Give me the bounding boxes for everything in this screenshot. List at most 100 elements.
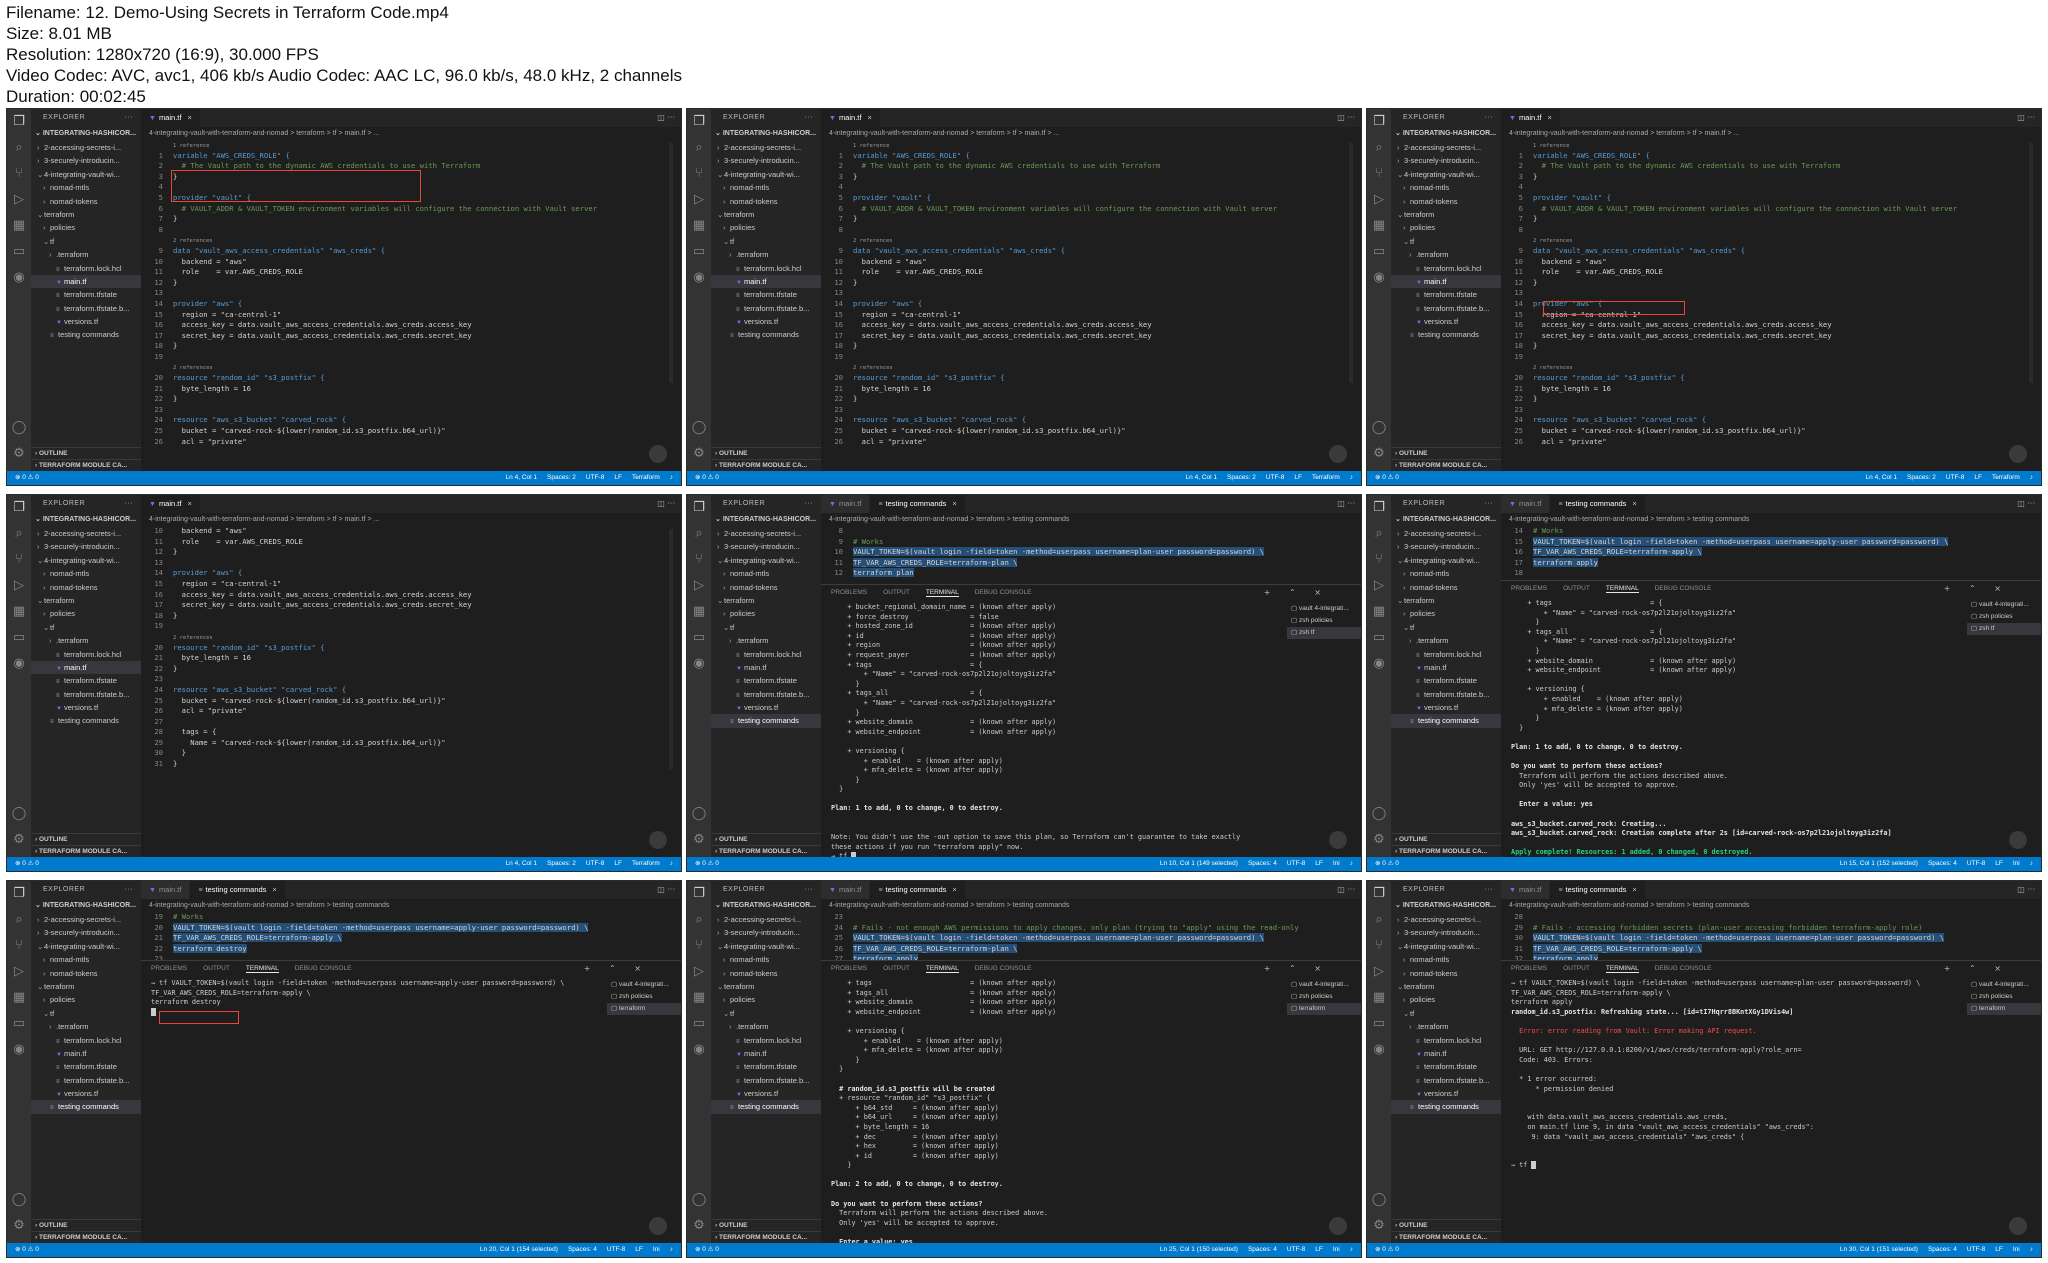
bell-icon[interactable]: ♪ (1350, 474, 1353, 481)
bell-icon[interactable]: ♪ (670, 1246, 673, 1253)
code-editor[interactable]: 1 reference 1 variable "AWS_CREDS_ROLE" {2… (1501, 140, 2041, 447)
split-editor-icon[interactable]: ◫ (657, 885, 667, 894)
explorer-item[interactable]: ≡ terraform.lock.hcl (1391, 262, 1501, 275)
gear-icon[interactable]: ⚙ (7, 1213, 31, 1239)
panel-tab-terminal[interactable]: TERMINAL (925, 965, 959, 973)
remote-explorer-icon[interactable]: ▭ (1367, 239, 1391, 265)
explorer-item[interactable]: ⌄tf (1391, 621, 1501, 634)
docker-icon[interactable]: ◉ (687, 1037, 711, 1063)
panel-tab-terminal[interactable]: TERMINAL (1605, 585, 1639, 593)
explorer-item[interactable]: ⌄tf (711, 621, 821, 634)
explorer-item[interactable]: › .terraform (711, 248, 821, 261)
explorer-item[interactable]: › .terraform (1391, 248, 1501, 261)
terraform-module-section[interactable]: › TERRAFORM MODULE CA... (711, 845, 821, 857)
extensions-icon[interactable]: ▦ (7, 599, 31, 625)
explorer-item[interactable]: › nomad-tokens (31, 967, 141, 980)
explorer-item[interactable]: ▼ main.tf (711, 1047, 821, 1060)
more-actions-icon[interactable]: ··· (1347, 885, 1355, 894)
more-actions-icon[interactable]: ··· (2027, 113, 2035, 122)
split-editor-icon[interactable]: ◫ (2017, 499, 2027, 508)
status-item[interactable]: Ln 20, Col 1 (154 selected) (480, 1246, 558, 1253)
explorer-item[interactable]: ≡ terraform.tfstate.b... (711, 688, 821, 701)
panel-tab-terminal[interactable]: TERMINAL (1605, 965, 1639, 973)
codelens-references[interactable]: 1 reference (1501, 143, 1569, 149)
docker-icon[interactable]: ◉ (7, 1037, 31, 1063)
status-item[interactable]: UTF-8 (607, 1246, 625, 1253)
add-terminal-icon[interactable]: + (584, 964, 593, 973)
status-item[interactable]: LF (1315, 860, 1323, 867)
terminal-instance[interactable]: ▢ zsh tf (1287, 627, 1361, 639)
chevron-up-icon[interactable]: ⌃ (1969, 964, 1978, 973)
status-item[interactable]: Ini (653, 1246, 660, 1253)
status-item[interactable]: LF (1974, 474, 1982, 481)
tab-testing-commands[interactable]: ≡ testing commands × (870, 881, 966, 899)
extensions-icon[interactable]: ▦ (7, 213, 31, 239)
status-item[interactable]: Ln 4, Col 1 (1866, 474, 1897, 481)
status-item[interactable]: LF (1995, 1246, 2003, 1253)
codelens-references[interactable]: 2 references (1501, 238, 1573, 244)
status-item[interactable]: Spaces: 2 (1227, 474, 1256, 481)
terminal-instance[interactable]: ▢ zsh tf (1967, 623, 2041, 635)
more-actions-icon[interactable]: ··· (1347, 499, 1355, 508)
explorer-item[interactable]: › 3-securely-introducin... (1391, 926, 1501, 939)
docker-icon[interactable]: ◉ (7, 651, 31, 677)
explorer-item[interactable]: ⌄4-integrating-vault-wi... (1391, 940, 1501, 953)
terminal-instance[interactable]: ▢ zsh policies (1287, 991, 1361, 1003)
panel-tab-output[interactable]: OUTPUT (203, 965, 230, 972)
terminal-instance[interactable]: ▢ terraform (1967, 1003, 2041, 1015)
explorer-item[interactable]: › policies (31, 993, 141, 1006)
tab-main-tf[interactable]: ▼ main.tf × (821, 109, 881, 127)
terraform-module-section[interactable]: › TERRAFORM MODULE CA... (1391, 845, 1501, 857)
explorer-item[interactable]: › .terraform (1391, 634, 1501, 647)
files-icon[interactable]: ❐ (7, 881, 31, 907)
files-icon[interactable]: ❐ (7, 109, 31, 135)
bell-icon[interactable]: ♪ (1350, 1246, 1353, 1253)
panel-tab-problems[interactable]: PROBLEMS (151, 965, 187, 972)
explorer-item[interactable]: ▼ versions.tf (711, 1087, 821, 1100)
search-icon[interactable]: ⌕ (1367, 521, 1391, 547)
tab-main-tf[interactable]: ▼ main.tf (821, 495, 871, 513)
close-icon[interactable]: × (272, 885, 276, 894)
bell-icon[interactable]: ♪ (670, 860, 673, 867)
explorer-item[interactable]: ≡ terraform.tfstate.b... (1391, 302, 1501, 315)
account-icon[interactable]: ◯ (1367, 415, 1391, 441)
explorer-item[interactable]: ≡ terraform.tfstate (711, 674, 821, 687)
gear-icon[interactable]: ⚙ (1367, 441, 1391, 467)
close-icon[interactable]: × (1632, 885, 1636, 894)
explorer-item[interactable]: ▼ main.tf (711, 661, 821, 674)
explorer-item[interactable]: ⌄4-integrating-vault-wi... (711, 168, 821, 181)
explorer-item[interactable]: ≡ terraform.lock.hcl (711, 262, 821, 275)
gear-icon[interactable]: ⚙ (687, 1213, 711, 1239)
explorer-item[interactable]: ≡ terraform.lock.hcl (711, 1034, 821, 1047)
account-icon[interactable]: ◯ (7, 1187, 31, 1213)
status-item[interactable]: Spaces: 4 (1928, 1246, 1957, 1253)
chevron-up-icon[interactable]: ⌃ (1289, 964, 1298, 973)
gear-icon[interactable]: ⚙ (1367, 1213, 1391, 1239)
panel-tab-debug[interactable]: DEBUG CONSOLE (1655, 965, 1712, 972)
panel-tab-problems[interactable]: PROBLEMS (1511, 585, 1547, 592)
explorer-item[interactable]: › 3-securely-introducin... (31, 154, 141, 167)
explorer-item[interactable]: ≡ testing commands (711, 328, 821, 341)
close-icon[interactable]: × (1314, 588, 1321, 597)
status-problems[interactable]: ⊗ 0 ⚠ 0 (15, 471, 39, 485)
status-item[interactable]: Ln 4, Col 1 (506, 474, 537, 481)
explorer-item[interactable]: ⌄4-integrating-vault-wi... (711, 940, 821, 953)
status-problems[interactable]: ⊗ 0 ⚠ 0 (1375, 471, 1399, 485)
code-editor[interactable]: 8 9 # Works 10 VAULT_TOKEN=$(vault login -fi… (821, 526, 1361, 579)
tab-main-tf[interactable]: ▼ main.tf (1501, 495, 1551, 513)
more-actions-icon[interactable]: ··· (2027, 885, 2035, 894)
explorer-item[interactable]: ▼ versions.tf (1391, 1087, 1501, 1100)
account-icon[interactable]: ◯ (687, 801, 711, 827)
explorer-item[interactable]: ⌄tf (711, 1007, 821, 1020)
tab-main-tf[interactable]: ▼ main.tf (1501, 881, 1551, 899)
explorer-item[interactable]: › .terraform (711, 634, 821, 647)
more-actions-icon[interactable]: ··· (125, 109, 134, 127)
status-item[interactable]: Ln 15, Col 1 (152 selected) (1840, 860, 1918, 867)
close-icon[interactable]: × (1994, 964, 2001, 973)
explorer-item[interactable]: ⌄tf (711, 235, 821, 248)
tab-main-tf[interactable]: ▼ main.tf (821, 881, 871, 899)
close-icon[interactable]: × (1314, 964, 1321, 973)
terraform-module-section[interactable]: › TERRAFORM MODULE CA... (1391, 1231, 1501, 1243)
terminal-instance[interactable]: ▢ zsh policies (1967, 611, 2041, 623)
explorer-item[interactable]: ▼ versions.tf (711, 701, 821, 714)
